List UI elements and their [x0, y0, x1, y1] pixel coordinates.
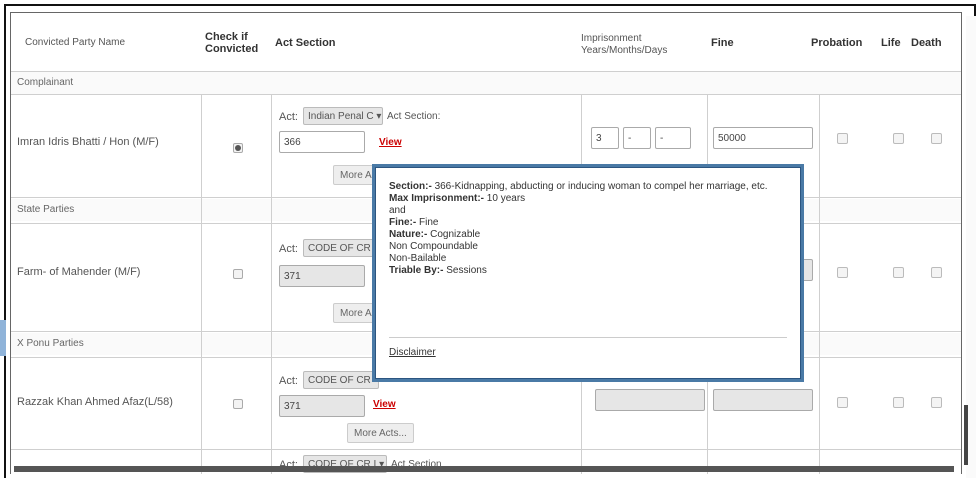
popup-max-label: Max Imprisonment:- — [389, 193, 485, 204]
group-complainant: Complainant — [11, 72, 961, 94]
header-check-if-convicted: Check if Convicted — [205, 31, 259, 55]
header-probation: Probation — [811, 37, 863, 49]
death-checkbox[interactable] — [931, 267, 942, 278]
popup-bailable: Non-Bailable — [389, 253, 447, 264]
convicted-checkbox[interactable] — [233, 269, 243, 279]
popup-nature-value: Cognizable — [430, 229, 481, 240]
popup-compoundable: Non Compoundable — [389, 241, 478, 252]
act-section-input[interactable]: 366 — [279, 131, 365, 153]
popup-triable: Triable By:- Sessions — [389, 265, 787, 277]
section-info-popup: Section:- 366-Kidnapping, abducting or i… — [372, 164, 804, 382]
header-fine: Fine — [711, 37, 734, 49]
imprisonment-input[interactable] — [595, 389, 705, 411]
act-select[interactable]: CODE OF CR — [303, 239, 379, 257]
act-select[interactable]: Indian Penal C ▾ — [303, 107, 383, 125]
column-divider — [819, 95, 820, 474]
act-section-label: Act Section: — [387, 111, 441, 122]
popup-fine-label: Fine:- — [389, 217, 417, 228]
right-scroll-thumb[interactable] — [964, 405, 968, 465]
party-name: Imran Idris Bhatti / Hon (M/F) — [17, 136, 159, 148]
popup-fine-value: Fine — [419, 217, 439, 228]
bottom-scrollbar[interactable] — [14, 466, 954, 472]
view-link[interactable]: View — [379, 137, 402, 148]
popup-and: and — [389, 205, 406, 216]
disclaimer-link[interactable]: Disclaimer — [389, 347, 436, 359]
act-section-input[interactable]: 371 — [279, 395, 365, 417]
days-input[interactable]: - — [655, 127, 691, 149]
header-party-name: Convicted Party Name — [25, 37, 126, 48]
act-section-input[interactable]: 371 — [279, 265, 365, 287]
convicted-checkbox[interactable] — [233, 399, 243, 409]
header-imprisonment: Imprisonment Years/Months/Days — [581, 33, 668, 56]
months-input[interactable]: - — [623, 127, 651, 149]
header-death: Death — [911, 37, 942, 49]
act-label: Act: — [279, 111, 298, 123]
fine-input[interactable]: 50000 — [713, 127, 813, 149]
act-select[interactable]: CODE OF CR — [303, 371, 379, 389]
death-checkbox[interactable] — [931, 397, 942, 408]
act-label: Act: — [279, 375, 298, 387]
years-input[interactable]: 3 — [591, 127, 619, 149]
column-divider — [271, 95, 272, 474]
popup-section-label: Section:- — [389, 181, 432, 192]
view-link[interactable]: View — [373, 399, 396, 410]
popup-nature-label: Nature:- — [389, 229, 428, 240]
popup-divider — [389, 337, 787, 338]
life-checkbox[interactable] — [893, 133, 904, 144]
act-label: Act: — [279, 243, 298, 255]
popup-nature: Nature:- Cognizable — [389, 229, 787, 241]
popup-section: Section:- 366-Kidnapping, abducting or i… — [389, 181, 787, 193]
popup-section-text: 366-Kidnapping, abducting or inducing wo… — [434, 181, 768, 192]
probation-checkbox[interactable] — [837, 267, 848, 278]
header-life: Life — [881, 37, 901, 49]
probation-checkbox[interactable] — [837, 397, 848, 408]
popup-max-value: 10 years — [486, 193, 526, 204]
party-name: Razzak Khan Ahmed Afaz(L/58) — [17, 396, 173, 408]
party-name: Farm- of Mahender (M/F) — [17, 266, 141, 278]
death-checkbox[interactable] — [931, 133, 942, 144]
probation-checkbox[interactable] — [837, 133, 848, 144]
popup-fine: Fine:- Fine — [389, 217, 787, 229]
header-act-section: Act Section — [275, 37, 336, 49]
column-divider — [201, 95, 202, 474]
life-checkbox[interactable] — [893, 267, 904, 278]
convicted-checkbox[interactable] — [233, 143, 243, 153]
popup-max: Max Imprisonment:- 10 years — [389, 193, 787, 205]
popup-triable-label: Triable By:- — [389, 265, 444, 276]
fine-input[interactable] — [713, 389, 813, 411]
side-tab[interactable] — [0, 320, 6, 356]
popup-triable-value: Sessions — [446, 265, 487, 276]
life-checkbox[interactable] — [893, 397, 904, 408]
more-acts-button[interactable]: More Acts... — [347, 423, 414, 443]
